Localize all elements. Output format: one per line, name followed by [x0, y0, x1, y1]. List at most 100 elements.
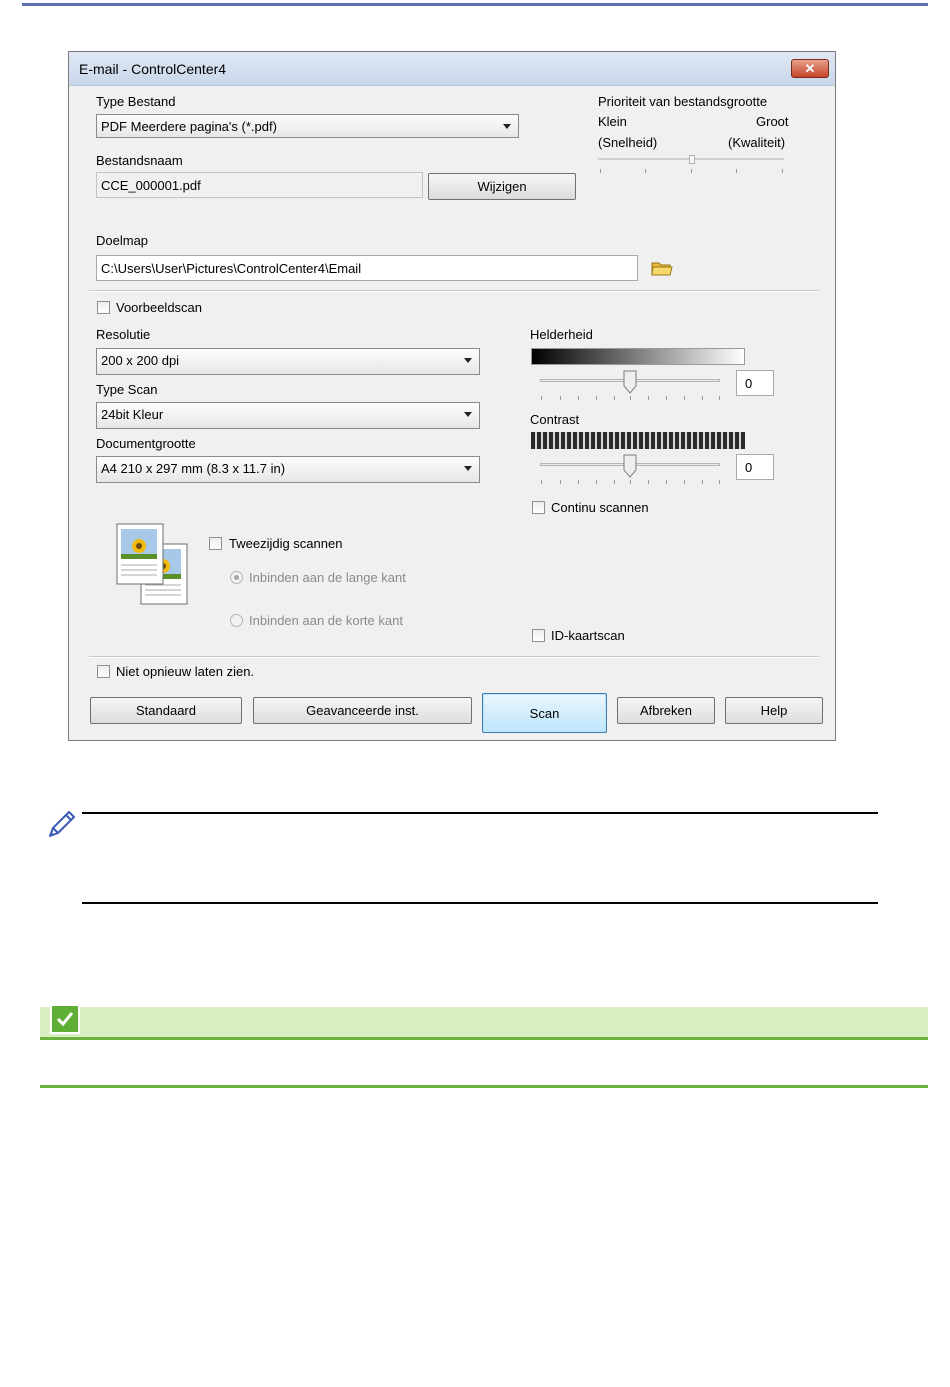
slider-tick — [645, 169, 646, 173]
email-controlcenter4-dialog: E-mail - ControlCenter4 ✕ Type Bestand P… — [68, 51, 836, 741]
bind-short-edge-label: Inbinden aan de korte kant — [249, 613, 403, 628]
title-bar[interactable]: E-mail - ControlCenter4 ✕ — [69, 52, 835, 86]
dont-show-again-checkbox[interactable] — [97, 665, 110, 678]
bind-long-edge-label: Inbinden aan de lange kant — [249, 570, 406, 585]
slider-tick — [719, 480, 720, 484]
chevron-down-icon — [464, 412, 472, 417]
folder-browse-icon[interactable] — [651, 259, 673, 277]
separator — [89, 656, 819, 658]
slider-tick — [541, 480, 542, 484]
slider-tick — [702, 480, 703, 484]
slider-tick — [578, 480, 579, 484]
separator — [89, 290, 819, 292]
duplex-scan-checkbox[interactable] — [209, 537, 222, 550]
pencil-note-icon — [44, 808, 78, 842]
slider-tick — [719, 396, 720, 400]
slider-tick — [630, 396, 631, 400]
file-size-small-sublabel: (Snelheid) — [598, 135, 658, 150]
help-button[interactable]: Help — [725, 697, 823, 724]
slider-tick — [578, 396, 579, 400]
file-size-slider[interactable] — [598, 155, 788, 179]
file-type-label: Type Bestand — [96, 94, 176, 109]
brightness-value-input[interactable]: 0 — [736, 370, 774, 396]
resolution-select[interactable]: 200 x 200 dpi — [96, 348, 480, 375]
contrast-label: Contrast — [530, 412, 580, 427]
destination-field[interactable]: C:\Users\User\Pictures\ControlCenter4\Em… — [96, 255, 638, 281]
slider-tick — [596, 480, 597, 484]
scan-button[interactable]: Scan — [482, 693, 607, 733]
slider-tick — [630, 480, 631, 484]
contrast-value-input[interactable]: 0 — [736, 454, 774, 480]
window-title: E-mail - ControlCenter4 — [79, 61, 227, 77]
chevron-down-icon — [464, 358, 472, 363]
slider-tick — [596, 396, 597, 400]
brightness-slider[interactable] — [531, 370, 731, 402]
slider-tick — [702, 396, 703, 400]
cancel-button[interactable]: Afbreken — [617, 697, 715, 724]
bind-short-edge-radio[interactable] — [230, 614, 243, 627]
brightness-gradient-bar — [531, 348, 745, 365]
dont-show-again-label: Niet opnieuw laten zien. — [116, 664, 255, 679]
preview-scan-label: Voorbeeldscan — [116, 300, 203, 315]
file-size-slider-thumb[interactable] — [689, 155, 695, 164]
brightness-slider-thumb[interactable] — [623, 370, 637, 394]
chevron-down-icon — [503, 124, 511, 129]
bind-long-edge-radio[interactable] — [230, 571, 243, 584]
continuous-scan-checkbox[interactable] — [532, 501, 545, 514]
preview-scan-checkbox[interactable] — [97, 301, 110, 314]
duplex-pages-icon — [115, 522, 191, 608]
duplex-scan-label: Tweezijdig scannen — [229, 536, 343, 551]
slider-tick — [600, 169, 601, 173]
document-size-value: A4 210 x 297 mm (8.3 x 11.7 in) — [101, 461, 286, 476]
slider-tick — [614, 396, 615, 400]
scan-type-label: Type Scan — [96, 382, 158, 397]
default-settings-button[interactable]: Standaard — [90, 697, 242, 724]
file-size-large-sublabel: (Kwaliteit) — [728, 135, 786, 150]
slider-tick — [541, 396, 542, 400]
slider-tick — [666, 396, 667, 400]
scan-type-value: 24bit Kleur — [101, 407, 164, 422]
document-size-label: Documentgrootte — [96, 436, 196, 451]
slider-tick — [666, 480, 667, 484]
slider-tick — [560, 396, 561, 400]
change-file-name-button[interactable]: Wijzigen — [428, 173, 576, 200]
close-icon: ✕ — [804, 60, 816, 76]
related-info-bottom-rule — [40, 1085, 928, 1088]
continuous-scan-label: Continu scannen — [551, 500, 649, 515]
destination-value: C:\Users\User\Pictures\ControlCenter4\Em… — [101, 261, 362, 276]
slider-tick — [736, 169, 737, 173]
close-button[interactable]: ✕ — [791, 59, 829, 78]
resolution-value: 200 x 200 dpi — [101, 353, 180, 368]
note-bottom-rule — [82, 902, 878, 904]
file-size-small-label: Klein — [598, 114, 627, 129]
slider-tick — [684, 480, 685, 484]
resolution-label: Resolutie — [96, 327, 151, 342]
scan-type-select[interactable]: 24bit Kleur — [96, 402, 480, 429]
slider-tick — [782, 169, 783, 173]
file-name-field: CCE_000001.pdf — [96, 172, 423, 198]
slider-tick — [560, 480, 561, 484]
file-size-large-label: Groot — [756, 114, 789, 129]
checkmark-icon — [50, 1004, 80, 1034]
chevron-down-icon — [464, 466, 472, 471]
note-top-rule — [82, 812, 878, 814]
top-accent-bar — [22, 3, 928, 6]
file-name-value: CCE_000001.pdf — [101, 178, 201, 193]
related-info-bar — [40, 1007, 928, 1040]
id-card-scan-checkbox[interactable] — [532, 629, 545, 642]
file-type-select[interactable]: PDF Meerdere pagina's (*.pdf) — [96, 114, 519, 138]
destination-label: Doelmap — [96, 233, 149, 248]
file-type-value: PDF Meerdere pagina's (*.pdf) — [101, 119, 277, 134]
slider-tick — [691, 169, 692, 173]
slider-tick — [648, 396, 649, 400]
slider-tick — [614, 480, 615, 484]
contrast-slider[interactable] — [531, 454, 731, 486]
brightness-label: Helderheid — [530, 327, 593, 342]
file-size-priority-label: Prioriteit van bestandsgrootte — [598, 94, 768, 109]
advanced-settings-button[interactable]: Geavanceerde inst. — [253, 697, 472, 724]
contrast-slider-thumb[interactable] — [623, 454, 637, 478]
document-size-select[interactable]: A4 210 x 297 mm (8.3 x 11.7 in) — [96, 456, 480, 483]
slider-tick — [684, 396, 685, 400]
contrast-pattern-bar — [531, 432, 745, 449]
file-name-label: Bestandsnaam — [96, 153, 183, 168]
